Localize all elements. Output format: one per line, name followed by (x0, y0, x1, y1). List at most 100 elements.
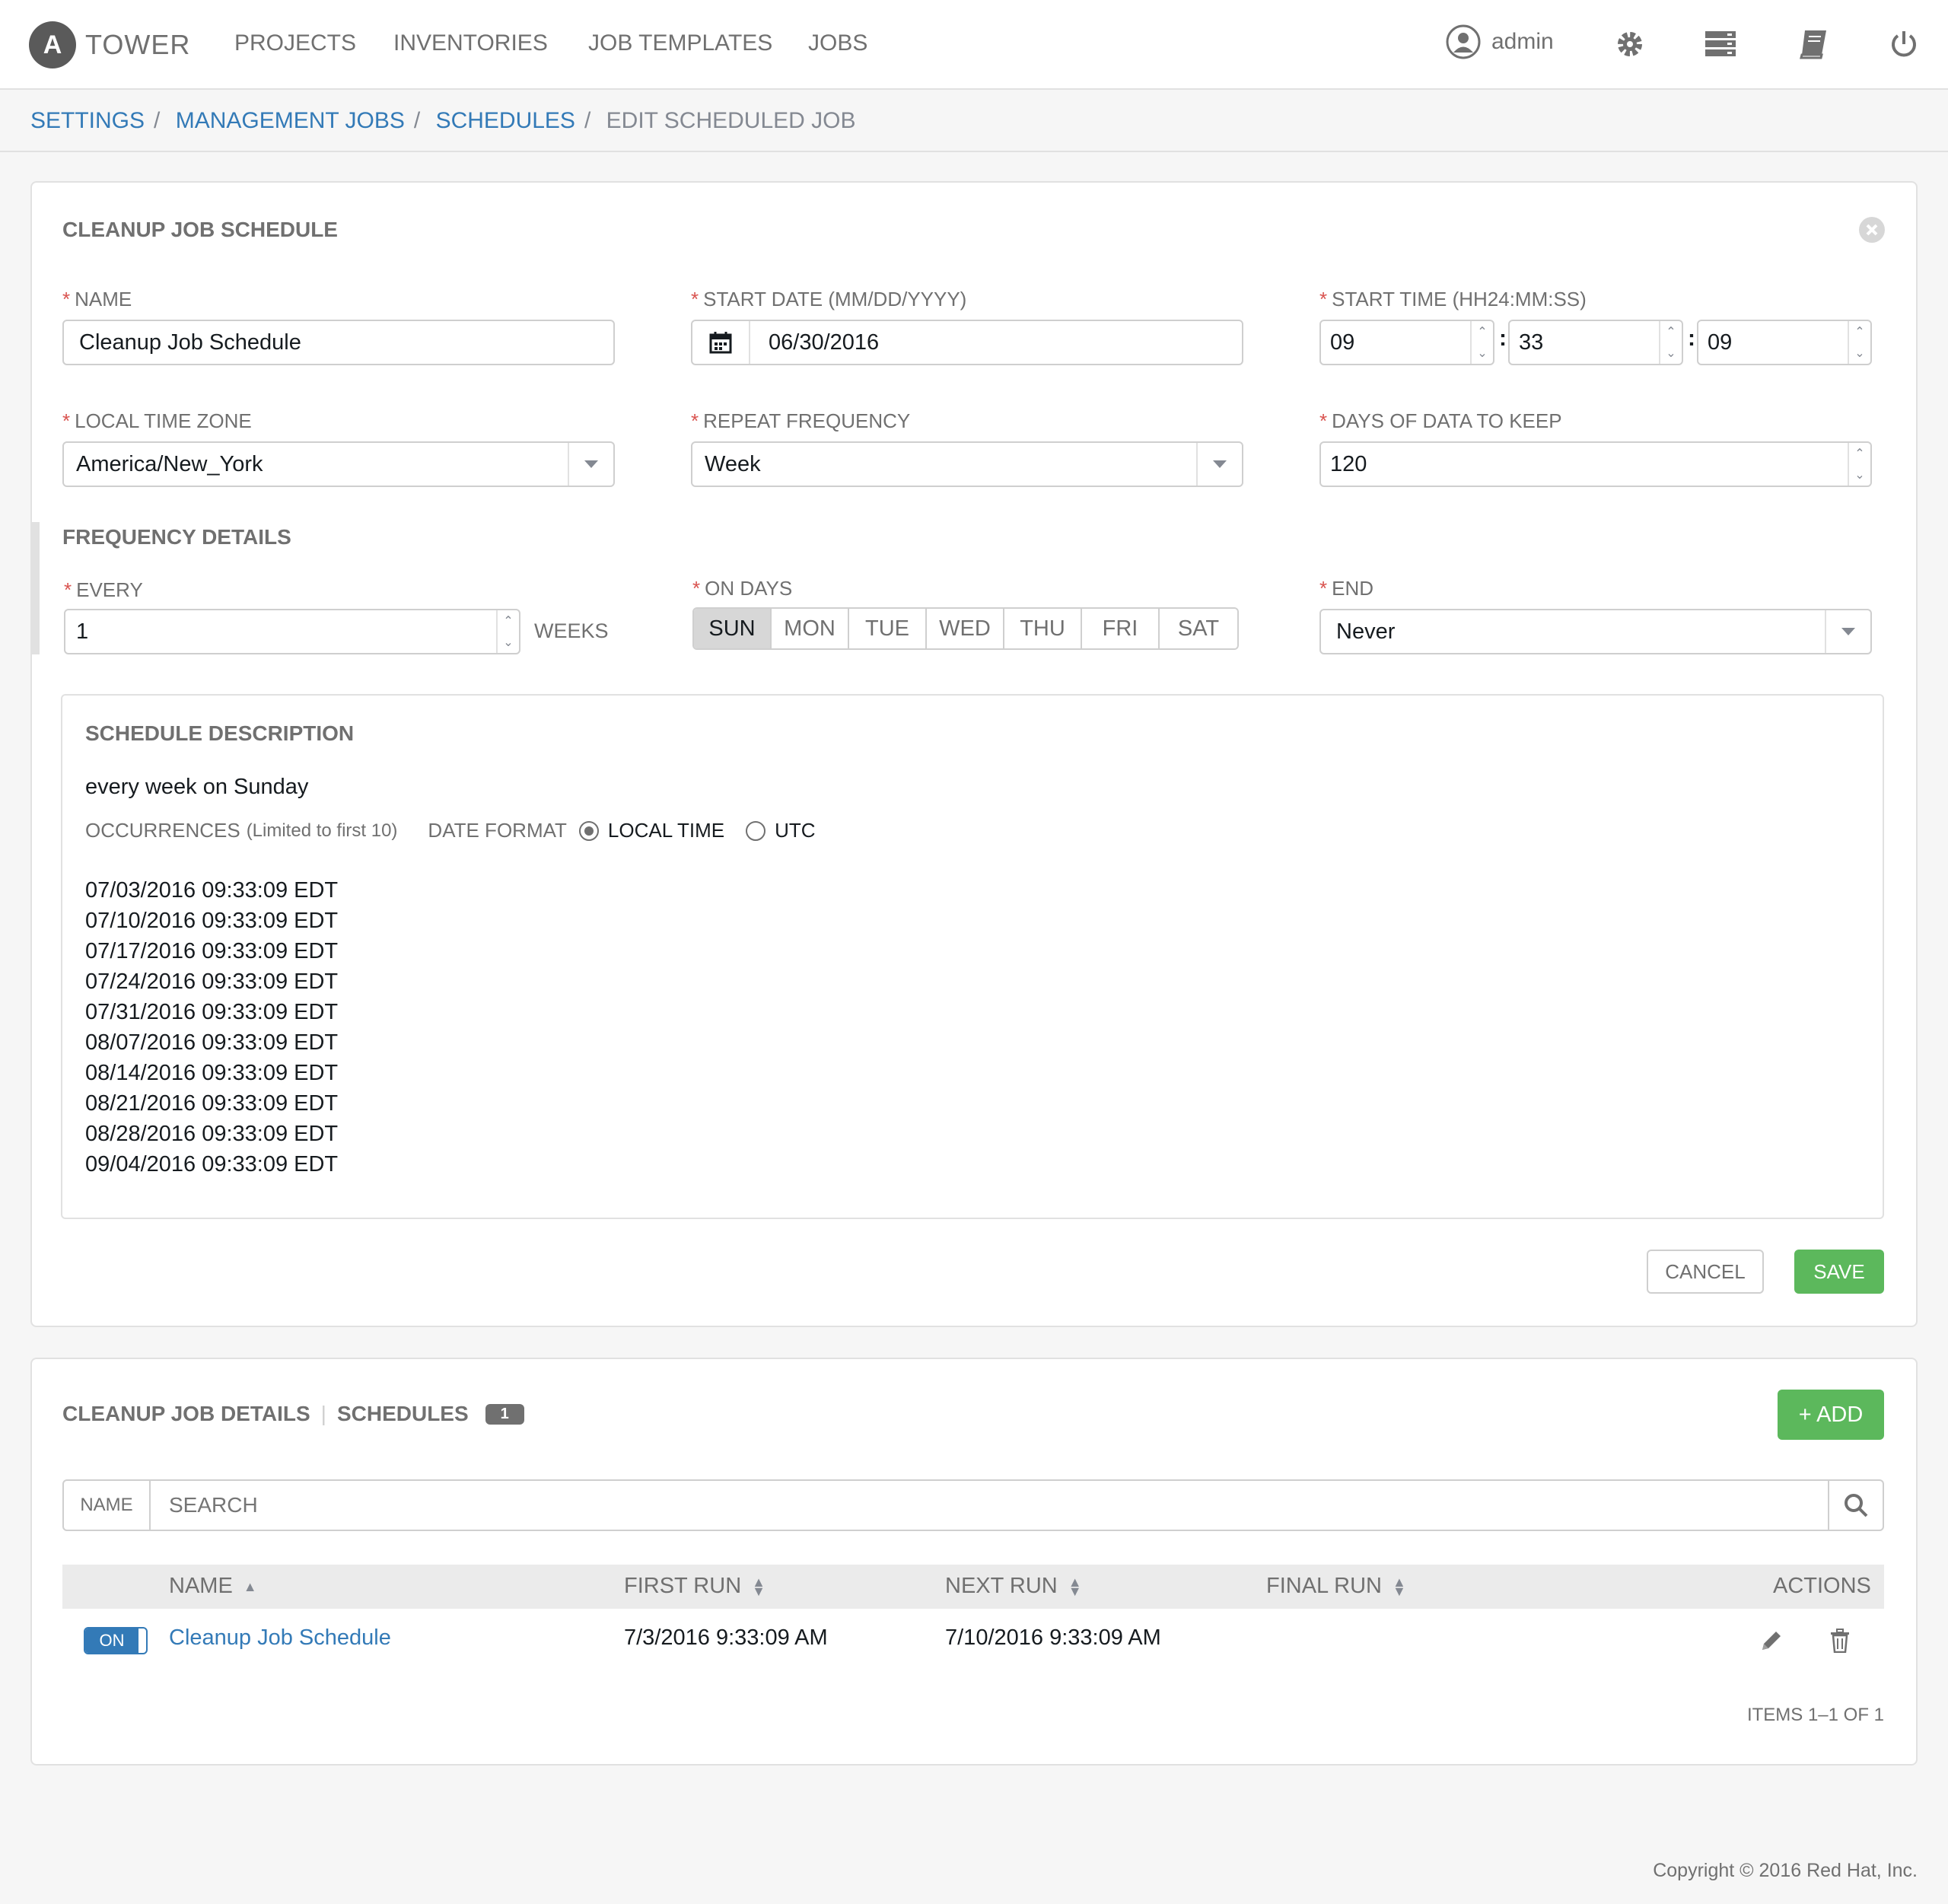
app-name: TOWER (85, 29, 191, 60)
days-to-keep-label: * DAYS OF DATA TO KEEP (1319, 409, 1562, 432)
every-spinner[interactable]: ⌃ ⌄ (496, 610, 519, 653)
sort-asc-icon: ▲ (243, 1578, 257, 1594)
col-name-header[interactable]: NAME ▲ (169, 1574, 257, 1599)
occurrence-item: 07/10/2016 09:33:09 EDT (85, 909, 339, 933)
pencil-icon[interactable] (1759, 1629, 1784, 1653)
cancel-button[interactable]: CANCEL (1647, 1250, 1764, 1294)
day-sat-button[interactable]: SAT (1160, 609, 1237, 648)
chevron-down-icon (1196, 443, 1242, 486)
breadcrumb-settings[interactable]: SETTINGS (30, 108, 145, 133)
repeat-frequency-select[interactable]: Week (691, 441, 1243, 487)
schedule-description-text: every week on Sunday (85, 775, 309, 799)
search-button[interactable] (1828, 1481, 1883, 1530)
occurrence-item: 07/17/2016 09:33:09 EDT (85, 939, 339, 963)
frequency-accent-bar (30, 522, 40, 654)
pagination-info: ITEMS 1–1 OF 1 (1746, 1705, 1884, 1725)
on-days-group: SUN MON TUE WED THU FRI SAT (692, 607, 1239, 650)
schedule-description-title: SCHEDULE DESCRIPTION (85, 721, 355, 745)
chevron-down-icon (568, 443, 613, 486)
book-icon[interactable] (1799, 29, 1828, 59)
username: admin (1491, 29, 1554, 54)
trash-icon[interactable] (1829, 1629, 1851, 1653)
days-spinner[interactable]: ⌃ ⌄ (1848, 443, 1870, 486)
occurrence-item: 07/31/2016 09:33:09 EDT (85, 1000, 339, 1024)
col-next-run-header[interactable]: NEXT RUN ▲ ▼ (945, 1574, 1082, 1599)
hour-spinner[interactable]: ⌃ ⌄ (1470, 321, 1493, 364)
start-time-label: * START TIME (HH24:MM:SS) (1319, 288, 1587, 310)
every-input[interactable]: 1 ⌃ ⌄ (64, 609, 520, 654)
occurrence-item: 08/14/2016 09:33:09 EDT (85, 1061, 339, 1085)
day-mon-button[interactable]: MON (772, 609, 849, 648)
occurrences-header: OCCURRENCES (Limited to first 10) DATE F… (85, 819, 816, 842)
breadcrumb-divider (0, 151, 1948, 152)
search-input[interactable] (152, 1481, 1826, 1530)
breadcrumb: SETTINGS / MANAGEMENT JOBS / SCHEDULES / ED… (30, 108, 856, 133)
start-second-input[interactable]: 09 ⌃ ⌄ (1697, 320, 1872, 365)
utc-radio[interactable] (746, 820, 766, 841)
calendar-button[interactable] (692, 321, 750, 364)
day-thu-button[interactable]: THU (1004, 609, 1082, 648)
breadcrumb-current: EDIT SCHEDULED JOB (606, 108, 856, 133)
day-wed-button[interactable]: WED (927, 609, 1004, 648)
name-label: * NAME (62, 288, 132, 310)
name-input[interactable]: Cleanup Job Schedule (62, 320, 615, 365)
nav-job-templates[interactable]: JOB TEMPLATES (588, 30, 772, 56)
end-label: * END (1319, 577, 1374, 600)
local-time-radio[interactable] (578, 820, 599, 841)
minute-spinner[interactable]: ⌃ ⌄ (1659, 321, 1682, 364)
sort-icon: ▲ ▼ (1393, 1574, 1406, 1599)
timezone-select[interactable]: America/New_York (62, 441, 615, 487)
frequency-details-title: FREQUENCY DETAILS (62, 525, 291, 549)
day-tue-button[interactable]: TUE (849, 609, 927, 648)
ansible-logo-icon: A (29, 21, 76, 68)
col-final-run-header[interactable]: FINAL RUN ▲ ▼ (1266, 1574, 1406, 1599)
start-date-input[interactable]: 06/30/2016 (691, 320, 1243, 365)
breadcrumb-schedules[interactable]: SCHEDULES (436, 108, 575, 133)
tab-cleanup-job-details[interactable]: CLEANUP JOB DETAILS (62, 1402, 310, 1426)
nav-inventories[interactable]: INVENTORIES (393, 30, 548, 56)
tower-logo[interactable]: A TOWER (29, 21, 190, 68)
server-icon[interactable] (1704, 30, 1736, 58)
tab-schedules[interactable]: SCHEDULES (337, 1402, 469, 1426)
sort-icon: ▲ ▼ (752, 1574, 766, 1599)
gear-icon[interactable] (1615, 29, 1645, 59)
schedule-enabled-toggle[interactable]: ON (84, 1627, 148, 1654)
start-minute-input[interactable]: 33 ⌃ ⌄ (1508, 320, 1683, 365)
day-sun-button[interactable]: SUN (694, 609, 772, 648)
search-field-select[interactable]: NAME (64, 1481, 151, 1530)
time-separator: : (1688, 326, 1695, 351)
timezone-label: * LOCAL TIME ZONE (62, 409, 252, 432)
end-select[interactable]: Never (1319, 609, 1872, 654)
nav-projects[interactable]: PROJECTS (234, 30, 356, 56)
close-icon[interactable] (1858, 216, 1886, 244)
col-actions-header: ACTIONS (1773, 1574, 1871, 1598)
user-menu[interactable]: admin (1446, 24, 1554, 59)
save-button[interactable]: SAVE (1794, 1250, 1884, 1294)
search-icon (1845, 1494, 1868, 1517)
utc-label: UTC (775, 819, 816, 842)
power-icon[interactable] (1889, 29, 1919, 59)
form-title: CLEANUP JOB SCHEDULE (62, 218, 338, 241)
day-fri-button[interactable]: FRI (1082, 609, 1160, 648)
chevron-down-icon (1825, 610, 1870, 653)
start-hour-input[interactable]: 09 ⌃ ⌄ (1319, 320, 1494, 365)
occurrence-item: 08/28/2016 09:33:09 EDT (85, 1122, 339, 1146)
calendar-icon (709, 332, 732, 354)
col-first-run-header[interactable]: FIRST RUN ▲ ▼ (624, 1574, 766, 1599)
repeat-frequency-label: * REPEAT FREQUENCY (691, 409, 911, 432)
occurrence-item: 08/07/2016 09:33:09 EDT (85, 1030, 339, 1055)
nav-jobs[interactable]: JOBS (808, 30, 867, 56)
occurrence-item: 08/21/2016 09:33:09 EDT (85, 1091, 339, 1116)
breadcrumb-management-jobs[interactable]: MANAGEMENT JOBS (176, 108, 405, 133)
first-run-cell: 7/3/2016 9:33:09 AM (624, 1625, 828, 1650)
occurrences-label: OCCURRENCES (85, 819, 240, 842)
next-run-cell: 7/10/2016 9:33:09 AM (945, 1625, 1161, 1650)
schedule-name-link[interactable]: Cleanup Job Schedule (169, 1625, 391, 1651)
days-to-keep-input[interactable]: 120 ⌃ ⌄ (1319, 441, 1872, 487)
top-navbar: A TOWER PROJECTS INVENTORIES JOB TEMPLAT… (0, 0, 1948, 90)
occurrence-item: 09/04/2016 09:33:09 EDT (85, 1152, 339, 1176)
occurrence-item: 07/03/2016 09:33:09 EDT (85, 878, 339, 903)
second-spinner[interactable]: ⌃ ⌄ (1848, 321, 1870, 364)
add-schedule-button[interactable]: + ADD (1778, 1390, 1884, 1440)
local-time-label: LOCAL TIME (607, 819, 725, 842)
